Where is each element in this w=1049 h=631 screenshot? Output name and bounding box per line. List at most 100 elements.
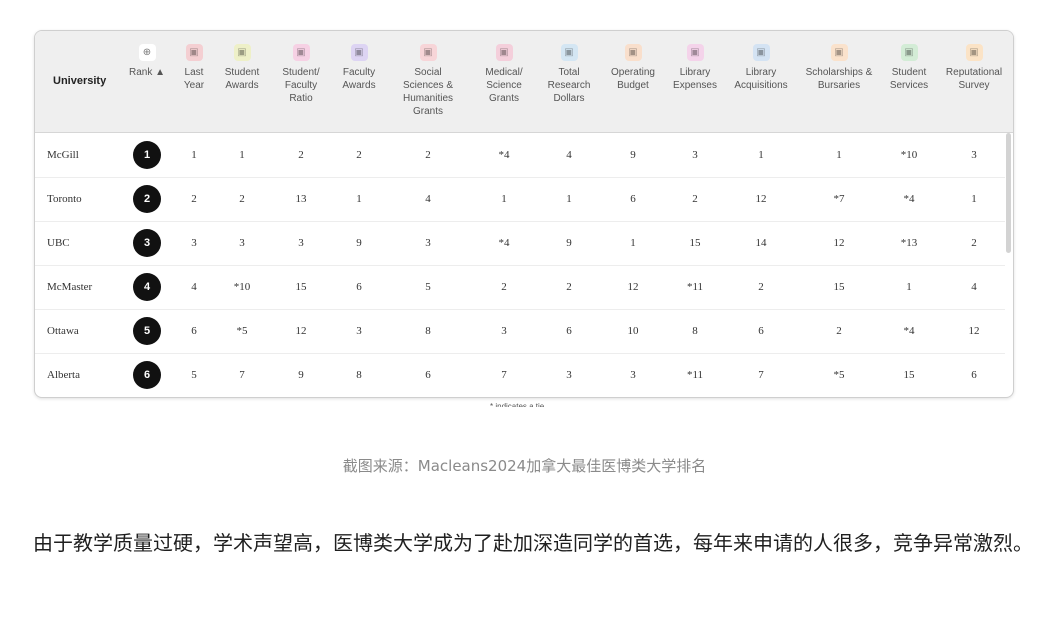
table-cell: 2	[191, 193, 197, 205]
table-cell: *4	[903, 193, 915, 205]
column-header-12[interactable]: ▣ Student Services	[881, 31, 937, 132]
ranking-table: University ⊕ Rank ▲ ▣ Last Year ▣ Student Awa…	[34, 30, 1014, 398]
table-cell: 1	[239, 149, 245, 161]
rank-badge: 6	[133, 361, 161, 389]
table-cell: 12	[295, 325, 307, 337]
table-cell: 1	[191, 149, 197, 161]
table-cell: 15	[689, 237, 701, 249]
table-cell: 7	[239, 369, 245, 381]
column-header-5[interactable]: ▣ Social Sciences & Humanities Grants	[386, 31, 470, 132]
column-header-0[interactable]: ⊕ Rank ▲	[124, 31, 170, 132]
university-name: McMaster	[47, 281, 93, 293]
calendar-icon: ▣	[185, 44, 203, 61]
table-cell: 3	[356, 325, 362, 337]
table-row[interactable]: McMaster 4 4 *10 15 6 5 2 2 12 *11 2 15 1 4	[35, 265, 1005, 310]
table-row[interactable]: UBC 3 3 3 3 9 3 *4 9 1 15 14 12 *13 2	[35, 221, 1005, 266]
table-cell: *4	[498, 237, 510, 249]
table-cell: 3	[425, 237, 431, 249]
rank-badge: 5	[133, 317, 161, 345]
column-header-label: Library Acquisitions	[734, 67, 788, 91]
column-header-8[interactable]: ▣ Operating Budget	[601, 31, 665, 132]
award-icon: ▣	[233, 44, 251, 61]
table-row[interactable]: Toronto 2 2 2 13 1 4 1 1 6 2 12 *7 *4 1	[35, 177, 1005, 222]
column-header-label: Rank ▲	[128, 67, 166, 78]
table-cell: 1	[566, 193, 572, 205]
grant-icon: ▣	[419, 44, 437, 61]
university-column-header[interactable]: University	[53, 75, 106, 87]
table-cell: 10	[627, 325, 639, 337]
table-cell: 5	[191, 369, 197, 381]
table-cell: 15	[833, 281, 845, 293]
university-name: Toronto	[47, 193, 82, 205]
table-cell: *4	[903, 325, 915, 337]
scrollbar[interactable]	[1006, 133, 1011, 253]
column-header-9[interactable]: ▣ Library Expenses	[665, 31, 725, 132]
column-header-10[interactable]: ▣ Library Acquisitions	[726, 31, 796, 132]
column-header-3[interactable]: ▣ Student/ Faculty Ratio	[272, 31, 330, 132]
table-cell: 12	[755, 193, 767, 205]
table-cell: 8	[692, 325, 698, 337]
column-header-label: Student/ Faculty Ratio	[282, 67, 320, 104]
article-paragraph: 由于教学质量过硬，学术声望高，医博类大学成为了赴加深造同学的首选，每年来申请的人…	[33, 531, 1033, 555]
table-cell: 1	[906, 281, 912, 293]
table-cell: 9	[298, 369, 304, 381]
table-cell: 15	[903, 369, 915, 381]
people-icon: ▣	[292, 44, 310, 61]
table-cell: *7	[833, 193, 845, 205]
table-row[interactable]: Alberta 6 5 7 9 8 6 7 3 3 *11 7 *5 15 6	[35, 353, 1005, 397]
column-header-7[interactable]: ▣ Total Research Dollars	[540, 31, 598, 132]
book-icon: ▣	[686, 44, 704, 61]
table-cell: 7	[501, 369, 507, 381]
table-cell: 12	[968, 325, 980, 337]
table-cell: 3	[971, 149, 977, 161]
table-cell: 6	[191, 325, 197, 337]
table-cell: 1	[356, 193, 362, 205]
table-cell: 3	[630, 369, 636, 381]
image-caption: 截图来源：Macleans2024加拿大最佳医博类大学排名	[342, 457, 707, 475]
table-cell: 1	[758, 149, 764, 161]
table-cell: 9	[566, 237, 572, 249]
column-header-label: Student Services	[889, 67, 929, 91]
column-header-11[interactable]: ▣ Scholarships & Bursaries	[796, 31, 882, 132]
table-cell: 7	[758, 369, 764, 381]
table-cell: 6	[758, 325, 764, 337]
university-name: McGill	[47, 149, 79, 161]
column-header-4[interactable]: ▣ Faculty Awards	[333, 31, 385, 132]
table-cell: 3	[239, 237, 245, 249]
table-cell: 2	[425, 149, 431, 161]
column-header-2[interactable]: ▣ Student Awards	[216, 31, 268, 132]
table-cell: 6	[566, 325, 572, 337]
table-cell: 8	[356, 369, 362, 381]
medal-icon: ▣	[350, 44, 368, 61]
table-cell: *5	[236, 325, 248, 337]
table-cell: 13	[295, 193, 307, 205]
table-cell: 1	[501, 193, 507, 205]
table-cell: *10	[233, 281, 251, 293]
column-header-13[interactable]: ▣ Reputational Survey	[939, 31, 1009, 132]
column-header-label: Medical/ Science Grants	[485, 67, 523, 104]
table-row[interactable]: Ottawa 5 6 *5 12 3 8 3 6 10 8 6 2 *4 12	[35, 309, 1005, 354]
university-name: UBC	[47, 237, 70, 249]
table-cell: 12	[833, 237, 845, 249]
column-header-label: Operating Budget	[611, 67, 655, 91]
table-cell: 1	[630, 237, 636, 249]
column-header-label: Faculty Awards	[342, 67, 376, 91]
scholarship-icon: ▣	[830, 44, 848, 61]
table-cell: 9	[356, 237, 362, 249]
table-cell: 15	[295, 281, 307, 293]
university-name: Ottawa	[47, 325, 79, 337]
table-cell: 8	[425, 325, 431, 337]
table-cell: 3	[191, 237, 197, 249]
table-cell: 14	[755, 237, 767, 249]
column-header-label: Social Sciences & Humanities Grants	[402, 67, 454, 117]
table-cell: 4	[191, 281, 197, 293]
rank-badge: 4	[133, 273, 161, 301]
table-cell: 4	[425, 193, 431, 205]
table-cell: 2	[971, 237, 977, 249]
table-row[interactable]: McGill 1 1 1 2 2 2 *4 4 9 3 1 1 *10 3	[35, 133, 1005, 178]
column-header-6[interactable]: ▣ Medical/ Science Grants	[472, 31, 536, 132]
table-cell: 2	[758, 281, 764, 293]
rank-badge: 3	[133, 229, 161, 257]
table-cell: *13	[900, 237, 918, 249]
column-header-1[interactable]: ▣ Last Year	[174, 31, 214, 132]
